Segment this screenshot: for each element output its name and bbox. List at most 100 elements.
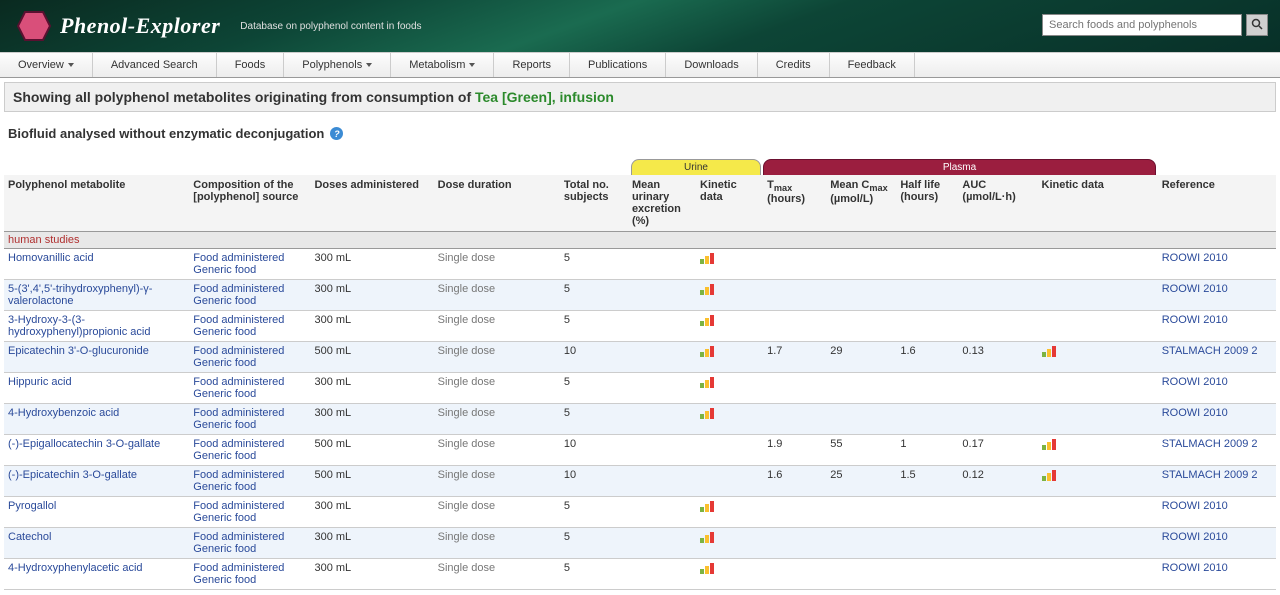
cell-half bbox=[896, 311, 958, 342]
metabolite-link[interactable]: Hippuric acid bbox=[8, 376, 72, 388]
food-link[interactable]: Tea [Green], infusion bbox=[475, 89, 614, 105]
menu-reports[interactable]: Reports bbox=[494, 53, 570, 77]
cell-kinetic-urine bbox=[696, 373, 763, 404]
chart-icon[interactable] bbox=[700, 283, 714, 295]
metabolite-link[interactable]: (-)-Epigallocatechin 3-O-gallate bbox=[8, 438, 160, 450]
reference-link[interactable]: STALMACH 2009 2 bbox=[1162, 438, 1258, 450]
site-subtitle: Database on polyphenol content in foods bbox=[240, 21, 421, 32]
col-cmax[interactable]: Mean Cmax (µmol/L) bbox=[826, 175, 896, 232]
metabolite-link[interactable]: 3-Hydroxy-3-(3-hydroxyphenyl)propionic a… bbox=[8, 314, 150, 338]
reference-link[interactable]: STALMACH 2009 2 bbox=[1162, 345, 1258, 357]
col-tmax[interactable]: Tmax (hours) bbox=[763, 175, 826, 232]
col-subjects[interactable]: Total no. subjects bbox=[560, 175, 628, 232]
menu-credits[interactable]: Credits bbox=[758, 53, 830, 77]
col-kinetic-plasma[interactable]: Kinetic data bbox=[1038, 175, 1158, 232]
cell-dose: 500 mL bbox=[310, 435, 433, 466]
menu-overview[interactable]: Overview bbox=[0, 53, 93, 77]
col-duration[interactable]: Dose duration bbox=[434, 175, 560, 232]
cell-subjects: 5 bbox=[560, 559, 628, 590]
reference-link[interactable]: ROOWI 2010 bbox=[1162, 407, 1228, 419]
metabolite-link[interactable]: 5-(3',4',5'-trihydroxyphenyl)-γ-valerola… bbox=[8, 283, 152, 307]
search-input[interactable] bbox=[1042, 14, 1242, 36]
col-reference[interactable]: Reference bbox=[1158, 175, 1276, 232]
cell-tmax: 1.9 bbox=[763, 435, 826, 466]
table-row: CatecholFood administered Generic food30… bbox=[4, 528, 1276, 559]
logo[interactable]: Phenol-Explorer bbox=[16, 10, 220, 42]
menu-publications[interactable]: Publications bbox=[570, 53, 666, 77]
col-metabolite[interactable]: Polyphenol metabolite bbox=[4, 175, 189, 232]
chart-icon[interactable] bbox=[700, 314, 714, 326]
reference-link[interactable]: STALMACH 2009 2 bbox=[1162, 469, 1258, 481]
reference-link[interactable]: ROOWI 2010 bbox=[1162, 314, 1228, 326]
composition-link[interactable]: Food administered Generic food bbox=[193, 283, 284, 307]
chart-icon[interactable] bbox=[1042, 438, 1056, 450]
cell-auc bbox=[958, 311, 1037, 342]
col-kinetic-urine[interactable]: Kinetic data bbox=[696, 175, 763, 232]
cell-duration: Single dose bbox=[434, 466, 560, 497]
menu-downloads[interactable]: Downloads bbox=[666, 53, 757, 77]
chart-icon[interactable] bbox=[700, 252, 714, 264]
composition-link[interactable]: Food administered Generic food bbox=[193, 314, 284, 338]
menu-polyphenols[interactable]: Polyphenols bbox=[284, 53, 391, 77]
col-doses[interactable]: Doses administered bbox=[310, 175, 433, 232]
reference-link[interactable]: ROOWI 2010 bbox=[1162, 562, 1228, 574]
col-half[interactable]: Half life (hours) bbox=[896, 175, 958, 232]
search-button[interactable] bbox=[1246, 14, 1268, 36]
chart-icon[interactable] bbox=[1042, 345, 1056, 357]
cell-kinetic-plasma bbox=[1038, 373, 1158, 404]
composition-link[interactable]: Food administered Generic food bbox=[193, 469, 284, 493]
cell-kinetic-plasma bbox=[1038, 435, 1158, 466]
cell-auc: 0.13 bbox=[958, 342, 1037, 373]
menu-advanced-search[interactable]: Advanced Search bbox=[93, 53, 217, 77]
composition-link[interactable]: Food administered Generic food bbox=[193, 407, 284, 431]
cell-dose: 500 mL bbox=[310, 342, 433, 373]
chart-icon[interactable] bbox=[700, 562, 714, 574]
metabolite-link[interactable]: (-)-Epicatechin 3-O-gallate bbox=[8, 469, 137, 481]
composition-link[interactable]: Food administered Generic food bbox=[193, 345, 284, 369]
cell-auc bbox=[958, 559, 1037, 590]
chart-icon[interactable] bbox=[1042, 469, 1056, 481]
metabolite-link[interactable]: Pyrogallol bbox=[8, 500, 56, 512]
metabolite-link[interactable]: Catechol bbox=[8, 531, 51, 543]
composition-link[interactable]: Food administered Generic food bbox=[193, 500, 284, 524]
metabolite-link[interactable]: 4-Hydroxybenzoic acid bbox=[8, 407, 119, 419]
cell-subjects: 5 bbox=[560, 280, 628, 311]
reference-link[interactable]: ROOWI 2010 bbox=[1162, 376, 1228, 388]
cell-kinetic-urine bbox=[696, 497, 763, 528]
cell-half bbox=[896, 373, 958, 404]
composition-link[interactable]: Food administered Generic food bbox=[193, 252, 284, 276]
composition-link[interactable]: Food administered Generic food bbox=[193, 531, 284, 555]
cell-kinetic-urine bbox=[696, 404, 763, 435]
table-row: Pyrogallol Food administered Generic food… bbox=[4, 497, 1276, 528]
menu-foods[interactable]: Foods bbox=[217, 53, 285, 77]
cell-auc bbox=[958, 373, 1037, 404]
chart-icon[interactable] bbox=[700, 500, 714, 512]
cell-dose: 300 mL bbox=[310, 559, 433, 590]
cell-kinetic-urine bbox=[696, 435, 763, 466]
metabolite-link[interactable]: Homovanillic acid bbox=[8, 252, 94, 264]
cell-cmax: 55 bbox=[826, 435, 896, 466]
col-auc[interactable]: AUC (µmol/L·h) bbox=[958, 175, 1037, 232]
composition-link[interactable]: Food administered Generic food bbox=[193, 562, 284, 586]
chart-icon[interactable] bbox=[700, 407, 714, 419]
table-row: 4-Hydroxybenzoic acid Food administered G… bbox=[4, 404, 1276, 435]
cell-urinary bbox=[628, 311, 696, 342]
chart-icon[interactable] bbox=[700, 531, 714, 543]
col-urinary[interactable]: Mean urinary excretion (%) bbox=[628, 175, 696, 232]
col-composition[interactable]: Composition of the [polyphenol] source bbox=[189, 175, 310, 232]
chart-icon[interactable] bbox=[700, 345, 714, 357]
reference-link[interactable]: ROOWI 2010 bbox=[1162, 500, 1228, 512]
menu-feedback[interactable]: Feedback bbox=[830, 53, 915, 77]
cell-tmax bbox=[763, 528, 826, 559]
chart-icon[interactable] bbox=[700, 376, 714, 388]
reference-link[interactable]: ROOWI 2010 bbox=[1162, 283, 1228, 295]
reference-link[interactable]: ROOWI 2010 bbox=[1162, 252, 1228, 264]
metabolite-link[interactable]: 4-Hydroxyphenylacetic acid bbox=[8, 562, 143, 574]
menu-metabolism[interactable]: Metabolism bbox=[391, 53, 494, 77]
metabolite-link[interactable]: Epicatechin 3'-O-glucuronide bbox=[8, 345, 149, 357]
composition-link[interactable]: Food administered Generic food bbox=[193, 438, 284, 462]
composition-link[interactable]: Food administered Generic food bbox=[193, 376, 284, 400]
cell-half: 1.6 bbox=[896, 342, 958, 373]
reference-link[interactable]: ROOWI 2010 bbox=[1162, 531, 1228, 543]
help-icon[interactable]: ? bbox=[330, 127, 343, 140]
